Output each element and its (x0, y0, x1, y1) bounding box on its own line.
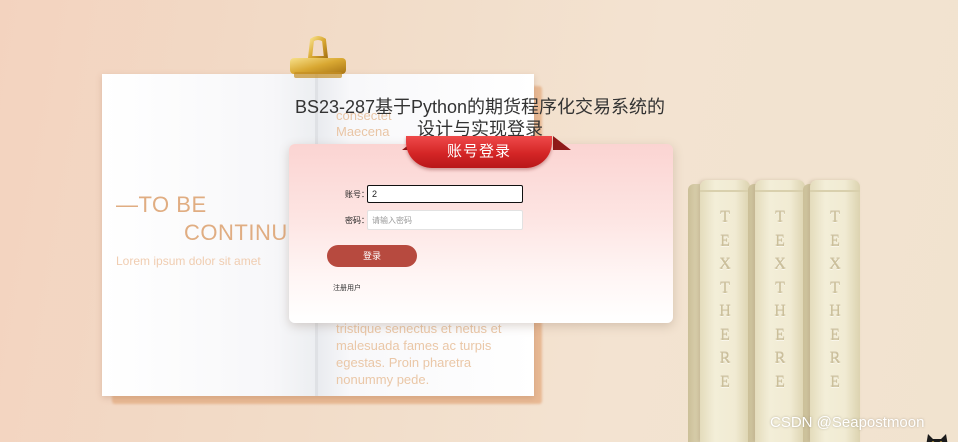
binder-clip-icon (290, 36, 346, 78)
notebook-subtitle: CONTINU (184, 220, 288, 245)
notebook-right-bottom-line: malesuada fames ac turpis (336, 338, 492, 353)
book-spine-text: T E X T H E R E (829, 209, 841, 391)
login-page: —TO BE CONTINU Lorem ipsum dolor sit ame… (0, 0, 958, 442)
book-edge (688, 184, 700, 442)
login-card (289, 144, 673, 323)
username-input[interactable] (367, 185, 523, 203)
notebook-title: —TO BE (116, 192, 207, 217)
login-button[interactable]: 登录 (327, 245, 417, 267)
page-title: BS23-287基于Python的期货程序化交易系统的设计与实现登录 (294, 97, 666, 139)
notebook-lorem: Lorem ipsum dolor sit amet (116, 254, 261, 268)
notebook-right-bottom-line: nonummy pede. (336, 372, 430, 387)
notebook-left-page: —TO BE CONTINU Lorem ipsum dolor sit ame… (102, 74, 316, 396)
register-link[interactable]: 注册用户 (333, 283, 361, 293)
password-input[interactable] (367, 210, 523, 230)
book-volume: T E X T H E R E (755, 180, 805, 442)
book-spine-text: T E X T H E R E (719, 209, 731, 391)
password-label: 密码： (345, 216, 369, 225)
notebook-right-bottom-line: egestas. Proin pharetra (336, 355, 472, 370)
watermark: CSDN @Seapostmoon (770, 414, 925, 431)
username-label: 账号： (345, 190, 369, 199)
login-header-ribbon: 账号登录 (406, 136, 552, 168)
book-volume: T E X T H E R E (810, 180, 860, 442)
notebook-right-bottom-text: tristique senectus et netus et malesuada… (336, 320, 501, 388)
cat-icon (926, 434, 948, 442)
book-spine-text: T E X T H E R E (774, 209, 786, 391)
book-volume: T E X T H E R E (700, 180, 750, 442)
